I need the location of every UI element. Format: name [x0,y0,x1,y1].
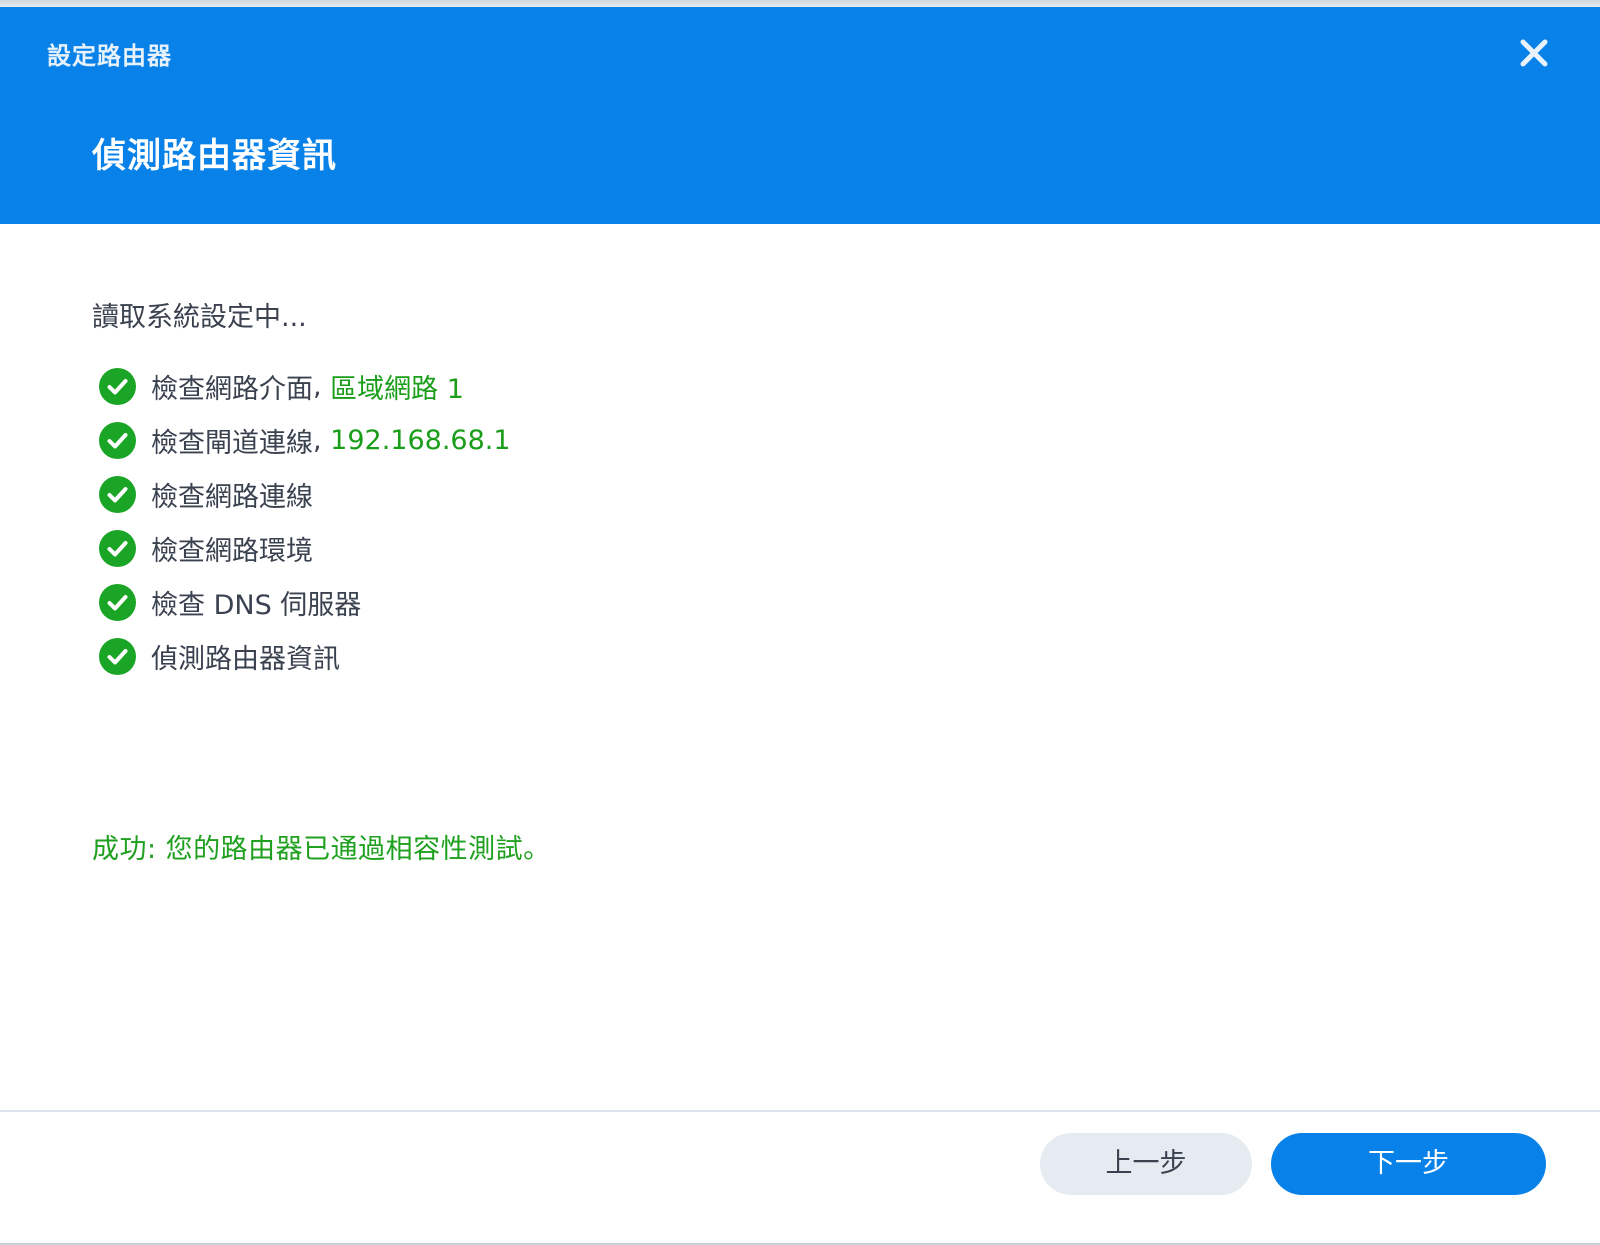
setup-router-dialog: 設定路由器 偵測路由器資訊 讀取系統設定中... 檢查網路介面, 區域網路 1 … [0,7,1600,1245]
check-separator: , [313,424,331,456]
close-icon [1520,39,1548,67]
check-label: 檢查閘道連線 [151,427,313,459]
check-item: 檢查網路介面, 區域網路 1 [99,359,511,413]
window-title: 設定路由器 [47,42,172,70]
check-label: 檢查網路介面 [151,373,313,405]
success-message: 成功: 您的路由器已通過相容性測試。 [92,834,551,865]
check-label: 檢查網路連線 [151,481,313,513]
check-circle-icon [99,529,136,567]
check-separator: , [313,370,331,402]
check-item: 檢查網路環境 [99,521,511,575]
footer-divider [0,1110,1600,1112]
check-circle-icon [99,637,136,675]
dialog-content: 讀取系統設定中... 檢查網路介面, 區域網路 1 檢查閘道連線, 192.16… [0,224,1600,1117]
check-list: 檢查網路介面, 區域網路 1 檢查閘道連線, 192.168.68.1 檢查網路… [99,359,511,683]
close-button[interactable] [1516,35,1552,71]
dialog-header: 設定路由器 偵測路由器資訊 [0,7,1600,224]
check-value: 192.168.68.1 [330,424,511,456]
check-circle-icon [99,475,136,513]
check-item: 偵測路由器資訊 [99,629,511,683]
check-label: 偵測路由器資訊 [151,643,340,675]
check-item: 檢查 DNS 伺服器 [99,575,511,629]
next-button[interactable]: 下一步 [1271,1133,1546,1195]
prev-button[interactable]: 上一步 [1040,1133,1252,1195]
check-circle-icon [99,421,136,459]
check-item: 檢查閘道連線, 192.168.68.1 [99,413,511,467]
check-circle-icon [99,367,136,405]
window-top-edge [0,0,1600,7]
check-circle-icon [99,583,136,621]
check-value: 區域網路 1 [330,373,464,405]
check-label: 檢查 DNS 伺服器 [151,589,362,621]
step-title: 偵測路由器資訊 [92,136,337,176]
loading-status-text: 讀取系統設定中... [92,302,307,333]
check-item: 檢查網路連線 [99,467,511,521]
check-label: 檢查網路環境 [151,535,313,567]
